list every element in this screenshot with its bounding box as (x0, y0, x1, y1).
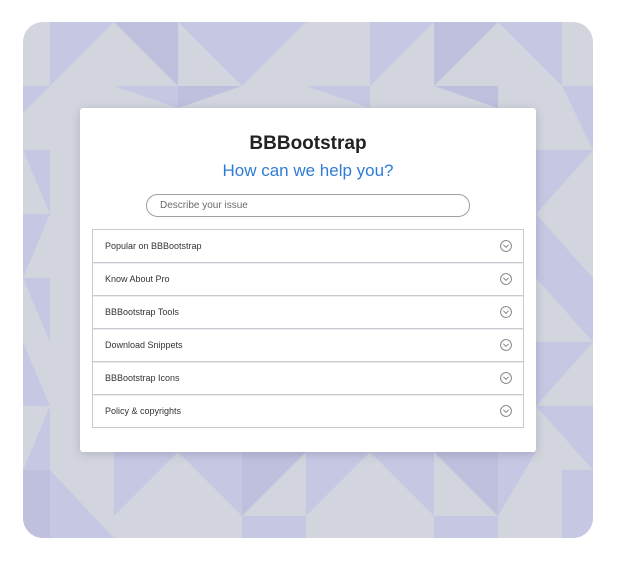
search-input[interactable] (146, 194, 470, 217)
page-background: BBBootstrap How can we help you? Popular… (23, 22, 593, 538)
chevron-down-circle-icon (500, 240, 512, 252)
accordion-item-tools[interactable]: BBBootstrap Tools (93, 296, 523, 329)
accordion-item-label: BBBootstrap Icons (105, 373, 180, 383)
chevron-down-circle-icon (500, 405, 512, 417)
chevron-down-circle-icon (500, 372, 512, 384)
brand-title: BBBootstrap (249, 133, 367, 154)
accordion-item-policy[interactable]: Policy & copyrights (93, 395, 523, 427)
help-card: BBBootstrap How can we help you? Popular… (80, 108, 536, 452)
accordion-item-label: BBBootstrap Tools (105, 307, 179, 317)
chevron-down-circle-icon (500, 273, 512, 285)
chevron-down-circle-icon (500, 306, 512, 318)
accordion-item-snippets[interactable]: Download Snippets (93, 329, 523, 362)
accordion-item-pro[interactable]: Know About Pro (93, 263, 523, 296)
accordion-item-label: Policy & copyrights (105, 406, 182, 416)
help-subtitle: How can we help you? (222, 161, 394, 180)
faq-accordion: Popular on BBBootstrap Know About Pro BB… (92, 229, 524, 428)
accordion-item-label: Know About Pro (105, 274, 170, 284)
accordion-item-popular[interactable]: Popular on BBBootstrap (93, 230, 523, 263)
chevron-down-circle-icon (500, 339, 512, 351)
accordion-item-label: Download Snippets (105, 340, 183, 350)
accordion-item-icons[interactable]: BBBootstrap Icons (93, 362, 523, 395)
accordion-item-label: Popular on BBBootstrap (105, 241, 202, 251)
